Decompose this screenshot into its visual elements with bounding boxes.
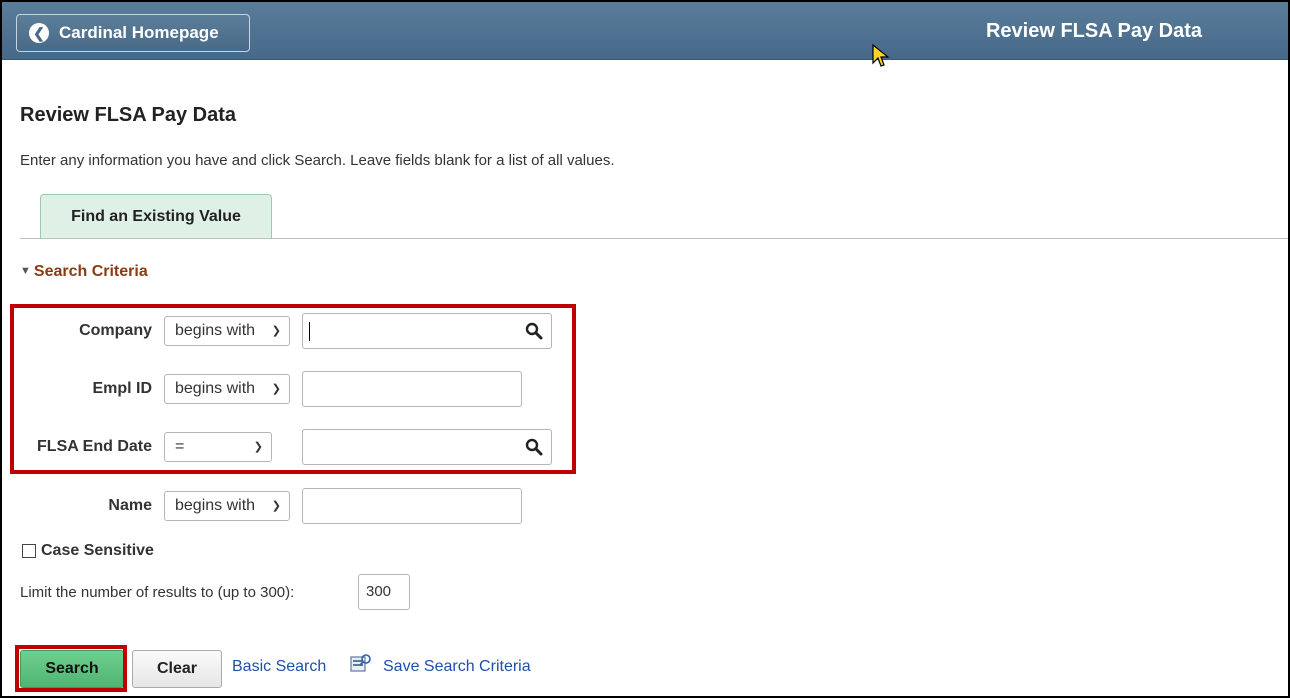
mouse-cursor-icon: [872, 44, 890, 67]
page-title: Review FLSA Pay Data: [20, 104, 237, 126]
basic-search-link[interactable]: Basic Search: [232, 658, 326, 676]
save-search-icon[interactable]: [350, 653, 372, 673]
fields-highlight-box: [10, 304, 576, 474]
clear-button-label: Clear: [156, 660, 198, 677]
tab-label: Find an Existing Value: [71, 207, 241, 225]
name-operator-select[interactable]: begins with ❯: [164, 491, 290, 521]
case-sensitive-label: Case Sensitive: [41, 542, 154, 559]
name-row: Name begins with ❯: [2, 486, 602, 526]
case-sensitive-option[interactable]: Case Sensitive: [22, 542, 154, 560]
tab-find-existing-value[interactable]: Find an Existing Value: [40, 194, 272, 238]
cardinal-homepage-button[interactable]: ❮ Cardinal Homepage: [16, 14, 250, 52]
save-search-criteria-link[interactable]: Save Search Criteria: [383, 658, 531, 676]
banner-title: Review FLSA Pay Data: [985, 20, 1202, 42]
home-button-label: Cardinal Homepage: [59, 23, 219, 42]
header-banner: ❮ Cardinal Homepage Review FLSA Pay Data: [2, 2, 1288, 67]
limit-results-label: Limit the number of results to (up to 30…: [20, 584, 295, 601]
search-criteria-heading: Search Criteria: [33, 263, 148, 280]
case-sensitive-checkbox[interactable]: [22, 544, 36, 558]
chevron-down-icon: ❯: [271, 500, 281, 512]
tab-divider: [20, 238, 1288, 239]
search-criteria-toggle[interactable]: ▼ Search Criteria: [20, 263, 148, 281]
clear-button[interactable]: Clear: [132, 650, 222, 688]
collapse-triangle-icon: ▼: [20, 265, 31, 277]
search-button-highlight-box: [15, 645, 127, 692]
name-label: Name: [108, 497, 152, 514]
name-input[interactable]: [302, 488, 522, 524]
instructions-text: Enter any information you have and click…: [20, 152, 615, 169]
chevron-left-icon: ❮: [29, 23, 49, 43]
name-operator-value: begins with: [175, 497, 256, 514]
limit-results-input[interactable]: 300: [358, 574, 410, 610]
page-frame: ❮ Cardinal Homepage Review FLSA Pay Data…: [0, 0, 1290, 698]
